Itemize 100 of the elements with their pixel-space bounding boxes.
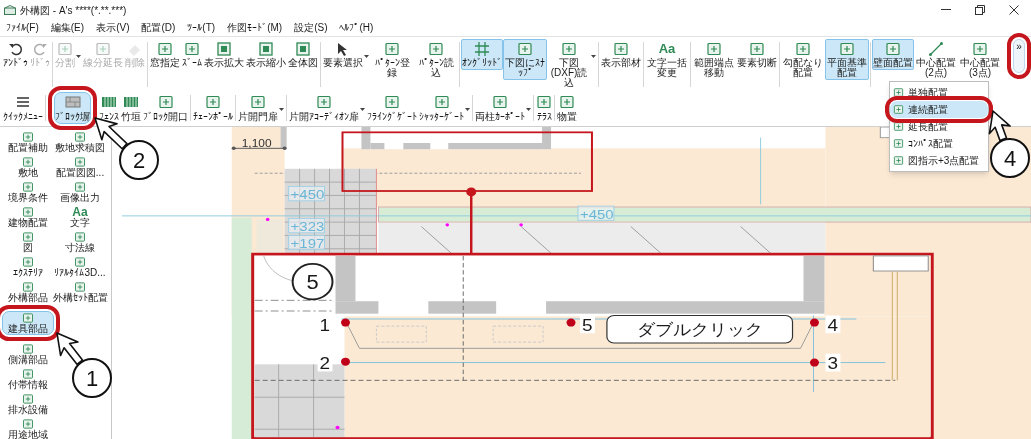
undo-icon bbox=[7, 41, 24, 57]
point-marker bbox=[341, 357, 350, 366]
toolbar-button[interactable]: ｱﾝﾄﾞｩ bbox=[2, 39, 29, 70]
shed-outline bbox=[872, 255, 929, 272]
cursor-arrow-icon bbox=[56, 332, 84, 366]
toolbar-button[interactable]: 壁面配置 bbox=[872, 39, 914, 70]
sidebar-item[interactable]: 敷地 bbox=[2, 155, 54, 179]
block-wall-icon bbox=[64, 94, 81, 110]
toolbar-button[interactable]: 要素切断 bbox=[736, 39, 778, 70]
menu-item[interactable]: ﾂｰﾙ(T) bbox=[187, 22, 216, 34]
caret-icon bbox=[279, 108, 284, 111]
caret-icon bbox=[364, 55, 369, 58]
menu-item[interactable]: ﾌｧｲﾙ(F) bbox=[6, 22, 39, 34]
toolbar-button[interactable]: Aa 文字一括変更 bbox=[645, 39, 689, 80]
toolbar-button[interactable]: ﾃﾗｽ bbox=[535, 92, 553, 124]
toolbar-button[interactable]: ﾌﾗｲﾝｸﾞｹﾞｰﾄ bbox=[366, 92, 418, 124]
sidebar-item[interactable]: 画像出力 bbox=[54, 180, 106, 204]
sidebar-item[interactable]: 外構ｾｯﾄ配置 bbox=[54, 280, 106, 304]
point-marker bbox=[810, 358, 819, 367]
toolbar-button[interactable]: ｸｲｯｸﾒﾆｭｰ bbox=[2, 92, 44, 124]
toolbar-button[interactable]: 表示部材 bbox=[600, 39, 642, 70]
point-number: 4 bbox=[825, 315, 841, 335]
toolbar-button[interactable]: 下図にｽﾅｯﾌﾟ bbox=[503, 39, 547, 80]
close-icon bbox=[1009, 5, 1019, 15]
bamboo-fence-icon bbox=[123, 94, 139, 110]
toolbar-button[interactable]: ｼｬｯﾀｰｹﾞｰﾄ bbox=[418, 92, 471, 124]
toolbar-button[interactable]: 全体図 bbox=[287, 39, 319, 70]
toolbar-button[interactable]: ｵﾝｸﾞﾘｯﾄﾞ bbox=[461, 39, 503, 70]
line-icon bbox=[928, 41, 944, 57]
restore-icon bbox=[975, 5, 985, 15]
fence-icon bbox=[101, 94, 117, 110]
toolbar-button[interactable]: 片開ｱｺｰﾃﾞｨｵﾝ扉 bbox=[288, 92, 366, 124]
sidebar-item[interactable]: 配置補助 bbox=[2, 130, 54, 154]
toolbar-button[interactable]: 表示縮小 bbox=[245, 39, 287, 70]
menu-item[interactable]: 配置(D) bbox=[141, 22, 176, 34]
sidebar-item[interactable]: 配置図図... bbox=[54, 155, 106, 179]
toolbar-button[interactable]: 平面基準配置 bbox=[825, 39, 869, 80]
caret-icon bbox=[76, 55, 81, 58]
sidebar-item[interactable]: 外構部品 bbox=[2, 280, 54, 304]
gravel-area bbox=[256, 219, 283, 254]
menu-item[interactable]: 作図ﾓｰﾄﾞ(M) bbox=[227, 22, 283, 34]
sidebar-item[interactable]: 図 bbox=[2, 230, 54, 254]
toolbar-button[interactable]: 範囲端点移動 bbox=[692, 39, 736, 80]
toolbar-button[interactable]: 表示拡大 bbox=[203, 39, 245, 70]
snap-point bbox=[335, 425, 340, 430]
point-marker bbox=[566, 318, 576, 327]
sidebar-item[interactable]: 境界条件 bbox=[2, 180, 54, 204]
toolbar-button[interactable]: ﾊﾟﾀｰﾝ読込 bbox=[414, 39, 458, 80]
caret-icon bbox=[591, 55, 596, 58]
sidebar-item[interactable]: 建物配置 bbox=[2, 205, 54, 229]
snap-point bbox=[265, 217, 270, 222]
window-symbol bbox=[492, 325, 544, 343]
toolbar-button[interactable]: 物置 bbox=[556, 92, 578, 124]
sidebar-item[interactable]: 付帯情報 bbox=[2, 367, 54, 391]
menu-item[interactable]: 表示(V) bbox=[96, 22, 130, 34]
toolbar-button[interactable]: 下図(DXF)読込 bbox=[547, 39, 597, 90]
sidebar-item[interactable]: 排水設備 bbox=[2, 392, 54, 416]
sidebar-item[interactable]: 用途地域 bbox=[2, 417, 54, 439]
toolbar-button[interactable]: ﾊﾟﾀｰﾝ登録 bbox=[370, 39, 414, 80]
sidebar-item[interactable]: Aa 文字 bbox=[54, 205, 106, 229]
toolbar-button[interactable]: 両柱ｶｰﾎﾟｰﾄ bbox=[474, 92, 532, 124]
menu-item[interactable]: 図指示+3点配置 bbox=[890, 152, 988, 169]
level-label: +197 bbox=[288, 234, 325, 251]
dimension-label: 1,100 bbox=[241, 137, 272, 149]
menu-item[interactable]: 設定(S) bbox=[294, 22, 328, 34]
sidebar-item[interactable]: ﾘｱﾙﾀｲﾑ3D... bbox=[54, 255, 106, 279]
sidebar-item[interactable]: 側溝部品 bbox=[2, 342, 54, 366]
window-title: 外構図 - A's ****(*.**.***) bbox=[20, 3, 127, 18]
grid-icon bbox=[474, 41, 490, 57]
snap-point bbox=[445, 223, 450, 227]
toolbar-button[interactable]: 要素選択 bbox=[322, 39, 370, 70]
redo-icon bbox=[32, 41, 48, 57]
toolbar-button[interactable]: ﾌﾞﾛｯｸ開口 bbox=[142, 92, 189, 124]
menu-item[interactable]: ｺﾝﾊﾟｽ配置 bbox=[890, 135, 988, 152]
caret-icon bbox=[526, 108, 531, 111]
menu-icon bbox=[15, 94, 31, 110]
sidebar-item[interactable]: ｴｸｽﾃﾘｱ bbox=[2, 255, 54, 279]
toolbar-button[interactable]: 竹垣 bbox=[120, 92, 142, 124]
snap-point bbox=[519, 223, 523, 227]
point-marker bbox=[810, 318, 819, 327]
toolbar-button[interactable]: 片開門扉 bbox=[237, 92, 285, 124]
sidebar-item[interactable]: 寸法線 bbox=[54, 230, 106, 254]
toolbar-button[interactable]: 中心配置(2点) bbox=[914, 39, 958, 80]
double-click-hint: ダブルクリック bbox=[606, 314, 794, 344]
toolbar-button[interactable]: ﾁｪｰﾝﾎﾟｰﾙ bbox=[192, 92, 234, 124]
guide-line bbox=[760, 137, 762, 205]
toolbar-button[interactable]: 中心配置(3点) bbox=[958, 39, 1002, 80]
menu-item[interactable]: 編集(E) bbox=[50, 22, 85, 34]
sidebar-item[interactable]: 敷地求積図 bbox=[54, 130, 106, 154]
app-icon bbox=[4, 5, 16, 15]
toolbar-button[interactable]: 勾配なり配置 bbox=[781, 39, 825, 80]
step-number-badge: 4 bbox=[990, 138, 1030, 178]
toolbar-button[interactable]: ｽﾞｰﾑ bbox=[181, 39, 203, 70]
level-label: +450 bbox=[288, 186, 325, 202]
level-label: +323 bbox=[288, 218, 325, 234]
caret-icon bbox=[465, 108, 470, 111]
menu-item[interactable]: ﾍﾙﾌﾟ(H) bbox=[339, 22, 374, 34]
toolbar-button[interactable]: 窓指定 bbox=[149, 39, 181, 70]
step-number-badge: 5 bbox=[291, 262, 334, 301]
caret-icon bbox=[360, 108, 365, 111]
